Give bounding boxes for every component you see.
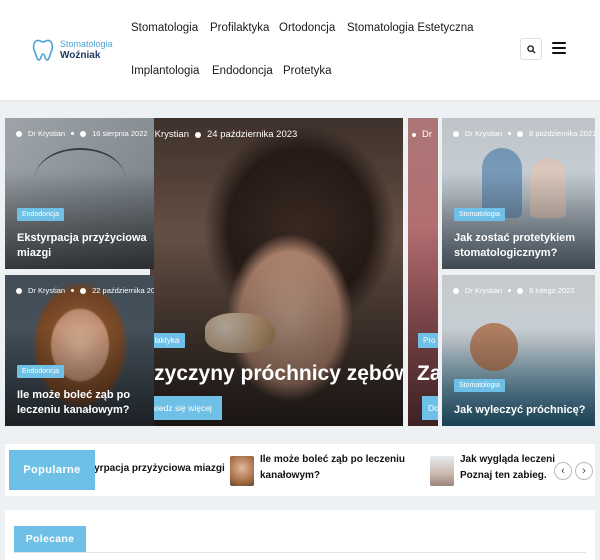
card-title[interactable]: Jak zostać protetykiem stomatologicznym? <box>454 231 588 261</box>
hero-featured-title[interactable]: Przyczyny próchnicy zębów <box>150 362 403 386</box>
clock-icon <box>80 130 87 137</box>
search-icon <box>526 44 536 54</box>
popular-item-line: kanałowym? <box>260 470 321 481</box>
popular-item[interactable]: Jak wygląda leczenie Poznaj ten zabieg. <box>460 452 555 484</box>
post-author[interactable]: Dr Krystian <box>465 129 502 138</box>
popular-item[interactable]: Ekstyrpacja przyżyciowa miazgi <box>95 461 225 477</box>
user-icon <box>16 130 22 137</box>
nav-item-ortodoncja[interactable]: Ortodoncja <box>279 22 335 34</box>
post-date: 8 października 2021 <box>529 129 595 138</box>
popular-label: Popularne <box>9 450 95 490</box>
separator-dot <box>71 289 75 292</box>
category-badge[interactable]: Endodoncja <box>17 208 64 221</box>
popular-item-line: Poznaj ten zabieg. <box>460 470 547 481</box>
post-meta: Dr Krystian 16 sierpnia 2022 <box>16 129 148 138</box>
popular-ticker: Ekstyrpacja przyżyciowa miazgi Ile może … <box>5 444 595 496</box>
popular-item-line: Ile może boleć ząb po leczeniu <box>260 454 406 465</box>
post-author[interactable]: Dr Krystian <box>28 286 65 295</box>
hamburger-menu-icon[interactable] <box>552 41 566 55</box>
post-author[interactable]: Dr Krystian <box>465 286 502 295</box>
tooth-logo-icon <box>32 39 54 61</box>
read-more-button[interactable]: Dowiedz się więcej <box>150 396 222 420</box>
popular-thumbnail[interactable] <box>230 456 254 486</box>
user-icon <box>412 132 416 137</box>
card-title[interactable]: Jak wyleczyć próchnicę? <box>454 403 588 418</box>
nav-item-endodoncja[interactable]: Endodoncja <box>212 65 273 77</box>
popular-item[interactable]: Ile może boleć ząb po leczeniu kanałowym… <box>260 452 405 484</box>
post-author[interactable]: Dr Krystian <box>150 129 189 140</box>
logo-text: Stomatologia Woźniak <box>60 38 113 62</box>
nav-item-profilaktyka[interactable]: Profilaktyka <box>210 22 269 34</box>
hero-next-title[interactable]: Za <box>417 362 438 386</box>
recommended-label: Polecane <box>14 526 86 552</box>
chevron-left-icon[interactable]: ‹ <box>554 462 572 480</box>
popular-thumbnail[interactable] <box>430 456 454 486</box>
post-meta: Dr Krystian 22 października 2021 <box>16 286 154 295</box>
post-meta: Dr Krystian 24 października 2023 <box>150 129 297 140</box>
post-author[interactable]: Dr Krystian <box>28 129 65 138</box>
card-title[interactable]: Ile może boleć ząb po leczeniu kanałowym… <box>17 388 149 418</box>
hero-card[interactable]: Dr Krystian 8 lutego 2022 Stomatologia J… <box>442 275 595 426</box>
post-date: 16 sierpnia 2022 <box>92 129 148 138</box>
post-meta: Dr Krystian 8 października 2021 <box>453 129 595 138</box>
logo-line-1: Stomatologia <box>60 39 113 49</box>
category-badge[interactable]: Pro <box>418 333 438 348</box>
hero-card[interactable]: Dr Krystian 16 sierpnia 2022 Endodoncja … <box>5 118 154 269</box>
user-icon <box>453 130 459 137</box>
menu-bar <box>552 47 566 49</box>
search-button[interactable] <box>520 38 542 60</box>
separator-dot <box>71 132 75 135</box>
menu-bar <box>552 42 566 44</box>
category-badge[interactable]: Stomatologia <box>454 208 505 221</box>
user-icon <box>16 287 22 294</box>
hero-card[interactable]: Dr Krystian 22 października 2021 Endodon… <box>5 275 154 426</box>
popular-item-line: Jak wygląda leczenie <box>460 454 555 465</box>
chevron-right-icon[interactable]: › <box>575 462 593 480</box>
ticker-track: Ekstyrpacja przyżyciowa miazgi Ile może … <box>95 444 555 496</box>
user-icon <box>453 287 459 294</box>
site-logo[interactable]: Stomatologia Woźniak <box>32 38 113 62</box>
category-badge[interactable]: Endodoncja <box>17 365 64 378</box>
menu-bar <box>552 52 566 54</box>
clock-icon <box>517 287 524 294</box>
hero-next-card[interactable]: Dr Pro Za Do <box>408 118 438 426</box>
clock-icon <box>517 130 524 137</box>
hero-card[interactable]: Dr Krystian 8 października 2021 Stomatol… <box>442 118 595 269</box>
hero-featured-card[interactable]: Dr Krystian 24 października 2023 Profila… <box>150 118 403 426</box>
separator-dot <box>508 289 512 292</box>
logo-line-2: Woźniak <box>60 50 101 61</box>
category-badge[interactable]: Stomatologia <box>454 379 505 392</box>
post-author: Dr <box>422 129 433 140</box>
nav-item-stomatologia[interactable]: Stomatologia <box>131 22 198 34</box>
post-date: 22 października 2021 <box>92 286 154 295</box>
card-title[interactable]: Ekstyrpacja przyżyciowa miazgi <box>17 231 149 261</box>
post-date: 24 października 2023 <box>206 129 298 140</box>
section-divider <box>14 552 586 553</box>
post-date: 8 lutego 2022 <box>529 286 575 295</box>
nav-item-implantologia[interactable]: Implantologia <box>131 65 199 77</box>
clock-icon <box>194 131 201 138</box>
category-badge[interactable]: Profilaktyka <box>150 333 186 348</box>
read-more-button[interactable]: Do <box>422 396 438 420</box>
separator-dot <box>508 132 512 135</box>
recommended-section: Polecane <box>5 510 595 560</box>
nav-item-protetyka[interactable]: Protetyka <box>283 65 332 77</box>
post-meta: Dr <box>412 129 432 140</box>
post-meta: Dr Krystian 8 lutego 2022 <box>453 286 575 295</box>
site-header: Stomatologia Woźniak Stomatologia Profil… <box>0 0 600 100</box>
nav-item-stomatologia-estetyczna[interactable]: Stomatologia Estetyczna <box>347 22 474 34</box>
clock-icon <box>80 287 87 294</box>
